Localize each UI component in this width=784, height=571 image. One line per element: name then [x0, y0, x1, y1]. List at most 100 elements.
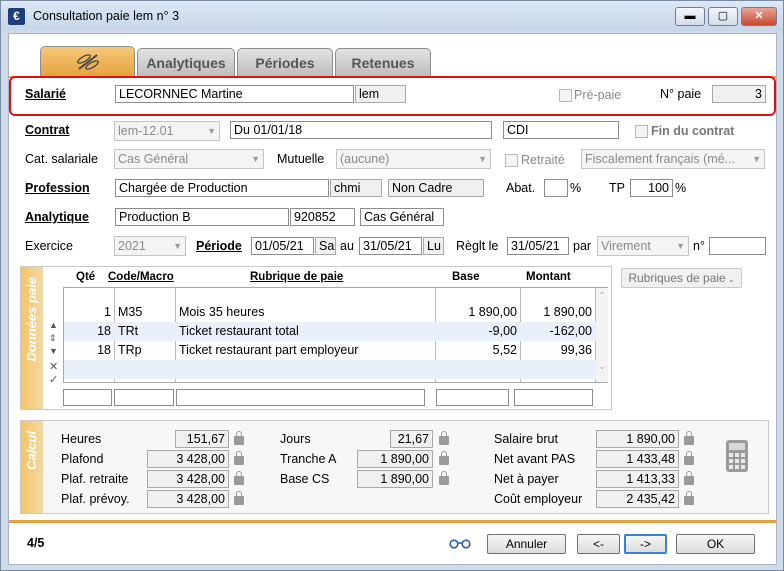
reglt-date-field[interactable]: 31/05/21	[507, 237, 569, 255]
periode-label: Période	[196, 239, 242, 253]
new-code-input[interactable]	[114, 389, 174, 406]
numero-field[interactable]	[709, 237, 766, 255]
chevron-up-icon[interactable]: ⌃	[596, 291, 608, 300]
calcul-sidebar: Calcul	[21, 421, 43, 513]
calcul-panel: Calcul Heures 151,67 Plafond 3 428,00 Pl…	[20, 420, 769, 514]
tab-analytiques[interactable]: Analytiques	[137, 48, 235, 76]
cell-qte: 1	[104, 305, 111, 319]
chevron-down-icon: ▼	[478, 154, 487, 164]
cell-qte: 18	[97, 324, 111, 338]
table-row[interactable]: 18 TRt Ticket restaurant total -9,00 -16…	[64, 322, 607, 341]
chevron-down-icon[interactable]: ⌄	[596, 362, 608, 371]
exercice-label: Exercice	[25, 239, 73, 253]
tab-periodes[interactable]: Périodes	[237, 48, 333, 76]
cat-salariale-select[interactable]: Cas Général ▼	[114, 149, 264, 169]
contrat-select[interactable]: lem-12.01 ▼	[114, 121, 220, 141]
lock-icon	[684, 451, 694, 465]
retraite-checkbox[interactable]	[505, 154, 518, 167]
chevron-down-icon: ▼	[251, 154, 260, 164]
tab-retenues[interactable]: Retenues	[335, 48, 431, 76]
close-button[interactable]: ✕	[741, 7, 777, 26]
annuler-button[interactable]: Annuler	[487, 534, 566, 554]
cell-rubrique: Ticket restaurant part employeur	[179, 343, 359, 357]
plaf-prevoy-value: 3 428,00	[147, 490, 229, 508]
table-row[interactable]	[64, 360, 607, 379]
calcul-label: Calcul	[24, 431, 39, 471]
plaf-retraite-label: Plaf. retraite	[61, 472, 129, 486]
new-montant-input[interactable]	[514, 389, 593, 406]
arrow-down-icon[interactable]: ▼	[49, 345, 58, 358]
cell-base: 1 890,00	[468, 305, 517, 319]
arrow-up-down-icon[interactable]: ⇕	[49, 332, 58, 345]
mutuelle-select[interactable]: (aucune) ▼	[336, 149, 491, 169]
profession-field[interactable]: Chargée de Production	[115, 179, 329, 197]
new-base-input[interactable]	[436, 389, 509, 406]
glasses-icon[interactable]	[449, 539, 471, 549]
prepaie-checkbox[interactable]	[559, 89, 572, 102]
delete-row-icon[interactable]: ✕	[49, 361, 58, 374]
au-label: au	[340, 239, 354, 253]
cell-base: -9,00	[488, 324, 518, 338]
lock-icon	[234, 431, 244, 445]
profession-label: Profession	[25, 181, 90, 195]
lock-icon	[234, 491, 244, 505]
ok-button[interactable]: OK	[676, 534, 755, 554]
row-move-icons: ▲ ⇕ ▼	[49, 319, 58, 358]
arrow-up-icon[interactable]: ▲	[49, 319, 58, 332]
tab-general[interactable]	[40, 46, 135, 76]
footer-separator	[9, 520, 776, 523]
fiscal-select[interactable]: Fiscalement français (mé... ▼	[581, 149, 765, 169]
validate-row-icon[interactable]: ✓	[49, 374, 58, 387]
table-row[interactable]: 18 TRp Ticket restaurant part employeur …	[64, 341, 607, 360]
salarie-name-field[interactable]: LECORNNEC Martine	[115, 85, 354, 103]
tp-field[interactable]: 100	[630, 179, 673, 197]
numero-label: n°	[693, 239, 705, 253]
rubriques-grid: 1 M35 Mois 35 heures 1 890,00 1 890,00 1…	[63, 287, 608, 383]
periode-to-day: Lu	[423, 237, 444, 255]
minimize-button[interactable]: ▬	[675, 7, 705, 26]
contrat-date-field[interactable]: Du 01/01/18	[230, 121, 492, 139]
contrat-type-field[interactable]: CDI	[503, 121, 619, 139]
profession-statut-field: Non Cadre	[388, 179, 484, 197]
salaire-brut-label: Salaire brut	[494, 432, 558, 446]
analytique-cas-field[interactable]: Cas Général	[360, 208, 444, 226]
cell-montant: -162,00	[549, 324, 592, 338]
salaire-brut-value: 1 890,00	[596, 430, 679, 448]
net-avant-pas-label: Net avant PAS	[494, 452, 576, 466]
cell-montant: 99,36	[560, 343, 592, 357]
basecs-value: 1 890,00	[357, 470, 433, 488]
prepaie-label: Pré-paie	[574, 88, 622, 102]
fin-contrat-checkbox[interactable]	[635, 125, 648, 138]
dragonfly-icon	[76, 54, 99, 70]
rubriques-paie-button[interactable]: Rubriques de paie ⌄	[621, 268, 742, 288]
abat-field[interactable]	[544, 179, 568, 197]
new-qte-input[interactable]	[63, 389, 112, 406]
periode-from-field[interactable]: 01/05/21	[251, 237, 314, 255]
abat-label: Abat.	[506, 181, 536, 195]
cell-qte: 18	[97, 343, 111, 357]
col-montant-header: Montant	[526, 271, 571, 283]
analytique-code-field[interactable]: 920852	[290, 208, 355, 226]
chevron-down-icon: ▼	[752, 154, 761, 164]
next-button[interactable]: ->	[624, 534, 667, 554]
tp-percent: %	[675, 181, 687, 195]
lock-icon	[439, 471, 449, 485]
periode-to-field[interactable]: 31/05/21	[359, 237, 422, 255]
analytique-field[interactable]: Production B	[115, 208, 289, 226]
exercice-select[interactable]: 2021 ▼	[114, 236, 186, 256]
previous-button[interactable]: <-	[577, 534, 620, 554]
col-rubrique-header: Rubrique de paie	[250, 271, 344, 283]
grid-scrollbar[interactable]: ⌃ ⌄	[596, 288, 608, 382]
fin-contrat-label: Fin du contrat	[651, 124, 735, 138]
col-qte-header: Qté	[76, 271, 96, 283]
calculator-icon[interactable]	[725, 439, 749, 473]
maximize-button[interactable]: ▢	[708, 7, 738, 26]
new-rubrique-input[interactable]	[176, 389, 425, 406]
record-counter: 4/5	[27, 536, 45, 550]
jours-value: 21,67	[390, 430, 433, 448]
table-row[interactable]: 1 M35 Mois 35 heures 1 890,00 1 890,00	[64, 303, 607, 322]
lock-icon	[684, 491, 694, 505]
mode-reglement-select[interactable]: Virement ▼	[597, 236, 689, 256]
lock-icon	[234, 471, 244, 485]
donnees-paie-panel: Données paie ▲ ⇕ ▼ ✕ ✓ Qté Code/Macro Ru…	[20, 266, 612, 410]
